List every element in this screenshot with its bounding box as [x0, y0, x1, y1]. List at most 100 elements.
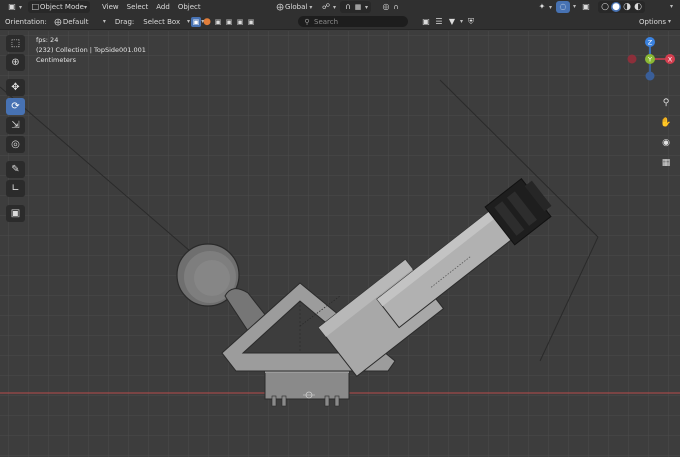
chevron-down-icon: ▾: [668, 18, 672, 25]
navigation-gizmo[interactable]: Z X Y: [622, 34, 678, 84]
orientation-axes-icon: ⨁: [54, 17, 62, 26]
chevron-down-icon: ▾: [549, 3, 553, 11]
transform-icon: ◎: [11, 139, 20, 150]
proportional-edit-toggle[interactable]: ◎ ∩: [378, 1, 404, 13]
collection-readout: (232) Collection | TopSide001.001: [36, 46, 146, 54]
rotate-icon: ⟳: [11, 101, 20, 112]
gizmo-neg-z[interactable]: [645, 71, 655, 81]
gizmo-neg-x[interactable]: [627, 54, 637, 64]
pivot-point-dropdown[interactable]: ☍ ▾: [318, 1, 339, 13]
chevron-down-icon: ▾: [333, 3, 337, 11]
render-icon: ▣: [247, 17, 255, 26]
snap-increment-icon: ▦: [354, 3, 362, 11]
menu-add[interactable]: Add: [152, 3, 174, 11]
chevron-down-icon: ▾: [309, 3, 313, 11]
pan-button[interactable]: ✋: [658, 115, 674, 131]
pivot-icon: ☍: [321, 2, 331, 11]
shading-mode-group[interactable]: ○ ● ◑ ◐: [598, 1, 645, 13]
wireframe-shading-icon[interactable]: ○: [600, 2, 610, 12]
gizmo-icon: ✦: [538, 2, 546, 11]
material-preview-icon[interactable]: ◑: [622, 2, 632, 12]
gizmo-y-label: Y: [647, 56, 652, 64]
visibility-icon: ▣: [225, 17, 233, 26]
camera-view-button[interactable]: ◉: [658, 135, 674, 151]
cursor-tool[interactable]: ⊕: [6, 54, 25, 71]
shading-chevron-icon[interactable]: ▾: [670, 3, 673, 10]
chevron-down-icon: ▾: [84, 3, 88, 11]
zoom-button[interactable]: ⚲: [658, 95, 674, 111]
orientation-dropdown[interactable]: ⨁ Default ▾: [50, 16, 109, 28]
restrict-select-icon: ▣: [422, 16, 430, 26]
editor-type-button[interactable]: ▣ ▾: [4, 1, 25, 13]
overlays-toggle[interactable]: ◌: [556, 1, 570, 13]
transform-orientation-dropdown[interactable]: ⨁ Global ▾: [272, 1, 315, 13]
pan-hand-icon: ✋: [660, 118, 672, 128]
gizmo-x-label: X: [668, 56, 673, 64]
selectability-filter[interactable]: ▾ ▣ ● ▣ ▣ ▣ ▣: [186, 16, 257, 28]
menu-object[interactable]: Object: [174, 3, 205, 11]
select-box-icon: ⬚: [10, 38, 21, 49]
chevron-down-icon: ▾: [365, 3, 369, 11]
select-mode-icon: ▣: [191, 16, 202, 27]
viewport-editor-icon: ▣: [8, 2, 16, 11]
ortho-toggle-button[interactable]: ▦: [658, 155, 674, 171]
viewport-header: ▣ ▾ □ Object Mode ▾ View Select Add Objec…: [0, 0, 680, 14]
toolbar-divider: [6, 199, 26, 203]
overlays-chevron-icon[interactable]: ▾: [573, 3, 576, 10]
fps-readout: fps: 24: [36, 36, 59, 44]
options-dropdown[interactable]: Options ▾: [636, 16, 674, 28]
viewport-grid: [0, 31, 680, 457]
menu-view[interactable]: View: [98, 3, 123, 11]
outliner-filter-toggles[interactable]: ▣ ☰ ▼ ▾ ⛨: [418, 16, 479, 28]
xray-toggle[interactable]: ▣: [580, 1, 592, 13]
solid-shading-icon[interactable]: ●: [611, 2, 621, 12]
drag-label: Drag:: [114, 17, 135, 26]
shield-check-icon: ⛨: [468, 16, 475, 26]
options-label: Options: [639, 17, 667, 26]
scale-tool[interactable]: ⇲: [6, 117, 25, 134]
orientation-value: Default: [62, 17, 89, 26]
overlays-icon: ◌: [559, 2, 567, 11]
annotate-tool[interactable]: ✎: [6, 161, 25, 178]
units-readout: Centimeters: [36, 56, 76, 64]
menu-select[interactable]: Select: [123, 3, 153, 11]
material-sphere-icon: ●: [203, 16, 211, 27]
toolbar-divider: [6, 155, 26, 159]
mode-label: Object Mode: [39, 3, 84, 11]
add-cube-tool[interactable]: ▣: [6, 205, 25, 222]
search-placeholder: Search: [314, 17, 339, 26]
chevron-down-icon: ▾: [187, 18, 191, 25]
cursor-icon: ⊕: [11, 57, 20, 68]
sort-icon: ☰: [435, 16, 443, 26]
magnet-icon: ∩: [345, 2, 351, 11]
viewport-info: fps: 24 (232) Collection | TopSide001.00…: [36, 35, 146, 65]
zoom-icon: ⚲: [662, 98, 670, 108]
measure-tool[interactable]: ∟: [6, 180, 25, 197]
camera-icon: ▣: [236, 17, 244, 26]
chevron-down-icon: ▾: [19, 3, 23, 11]
rotate-tool[interactable]: ⟳: [6, 98, 25, 115]
move-tool[interactable]: ✥: [6, 79, 25, 96]
snap-toggle[interactable]: ∩ ▦ ▾: [340, 1, 372, 13]
falloff-curve-icon: ∩: [393, 3, 399, 11]
object-mode-icon: □: [31, 2, 40, 11]
measure-icon: ∟: [11, 183, 20, 194]
gizmo-z-label: Z: [648, 39, 653, 47]
proportional-edit-icon: ◎: [382, 2, 390, 11]
orientation-icon: ⨁: [276, 3, 284, 11]
3d-viewport[interactable]: Z X Y: [0, 31, 680, 457]
select-box-tool[interactable]: ⬚: [6, 35, 25, 52]
transform-tool[interactable]: ◎: [6, 136, 25, 153]
chevron-down-icon: ▾: [102, 18, 106, 25]
toolbar-divider: [6, 73, 26, 77]
search-input[interactable]: ⚲ Search: [298, 16, 408, 27]
mode-selector[interactable]: □ Object Mode ▾: [28, 1, 91, 13]
tool-shelf: ⬚ ⊕ ✥ ⟳ ⇲ ◎ ✎ ∟ ▣: [6, 35, 26, 222]
tool-settings-bar: Orientation: ⨁ Default ▾ Drag: Select Bo…: [0, 14, 680, 30]
navigation-controls: ⚲ ✋ ◉ ▦: [658, 95, 674, 171]
gizmo-visibility-toggle[interactable]: ✦ ▾: [534, 1, 555, 13]
xray-icon: ▣: [582, 2, 590, 11]
filter-icon: ▼: [448, 16, 456, 26]
rendered-shading-icon[interactable]: ◐: [633, 2, 643, 12]
transform-orientation-label: Global: [285, 3, 308, 11]
